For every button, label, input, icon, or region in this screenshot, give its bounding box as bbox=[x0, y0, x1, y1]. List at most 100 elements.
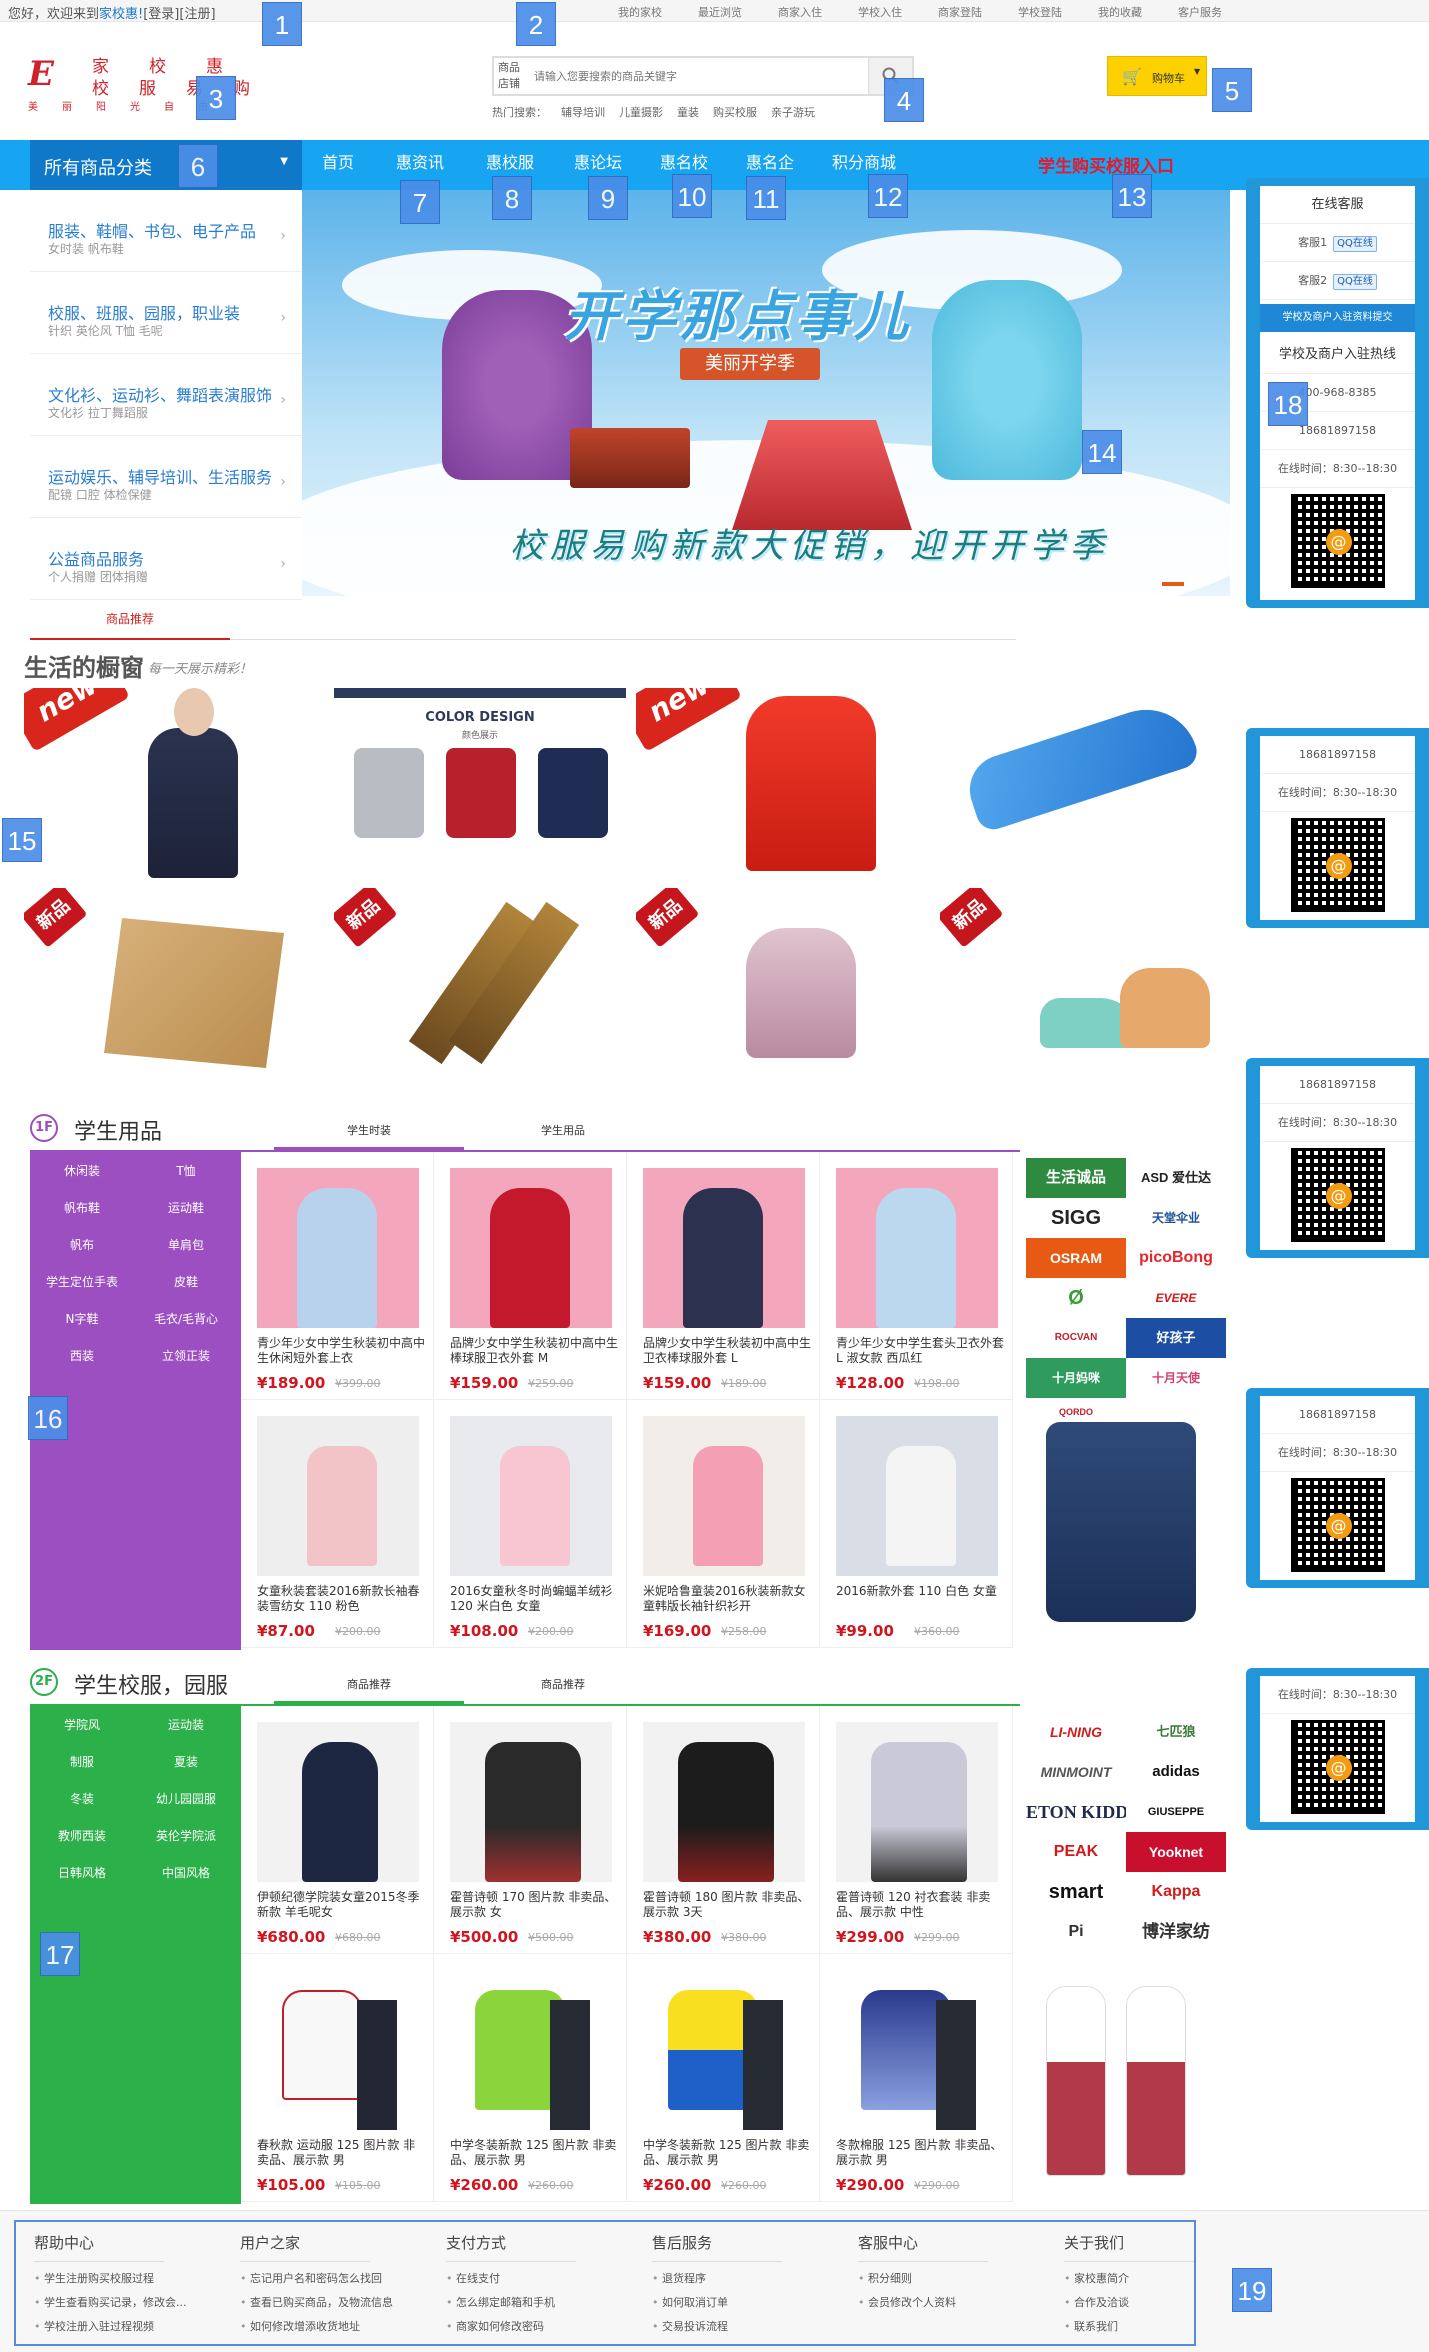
brand-logo[interactable]: 天堂伞业 bbox=[1126, 1198, 1226, 1238]
floor-tag[interactable]: 立领正装 bbox=[136, 1347, 236, 1364]
product-name[interactable]: 春秋款 运动服 125 图片款 非卖品、展示款 男 bbox=[257, 2138, 425, 2170]
top-link-customer-service[interactable]: 客户服务 bbox=[1160, 4, 1240, 20]
floor1-tab[interactable]: 学生用品 bbox=[468, 1122, 658, 1138]
search-scope[interactable]: 商品店铺 bbox=[498, 60, 528, 92]
floor-tag[interactable]: 幼儿园园服 bbox=[136, 1790, 236, 1807]
brand-logo[interactable]: Ø bbox=[1026, 1278, 1126, 1318]
product-card[interactable]: 青少年少女中学生秋装初中高中生休闲短外套上衣 ¥189.00 ¥399.00 bbox=[241, 1152, 434, 1400]
join-submit-button[interactable]: 学校及商户入驻资料提交 bbox=[1260, 304, 1415, 332]
product-name[interactable]: 霍普诗顿 170 图片款 非卖品、展示款 女 bbox=[450, 1890, 618, 1922]
showcase-product[interactable]: 新品 bbox=[334, 888, 624, 1078]
category-sub[interactable]: 个人捐赠 团体捐赠 bbox=[48, 568, 148, 585]
brand-logo[interactable]: OSRAM bbox=[1026, 1238, 1126, 1278]
category-title[interactable]: 公益商品服务 bbox=[48, 546, 144, 570]
product-name[interactable]: 霍普诗顿 180 图片款 非卖品、展示款 3天 bbox=[643, 1890, 811, 1922]
category-sub[interactable]: 文化衫 拉丁舞蹈服 bbox=[48, 404, 148, 421]
product-card[interactable]: 女童秋装套装2016新款长袖春装雪纺女 110 粉色 ¥87.00 ¥200.00 bbox=[241, 1400, 434, 1648]
brand-logo[interactable]: adidas bbox=[1126, 1752, 1226, 1792]
category-title[interactable]: 校服、班服、园服，职业装 bbox=[48, 300, 240, 324]
product-card[interactable]: 中学冬装新款 125 图片款 非卖品、展示款 男 ¥260.00 ¥260.00 bbox=[627, 1954, 820, 2202]
product-name[interactable]: 米妮哈鲁童装2016秋装新款女童韩版长袖针织衫开 bbox=[643, 1584, 811, 1616]
floor-tag[interactable]: 帆布 bbox=[32, 1236, 132, 1253]
hot-item[interactable]: 童装 bbox=[677, 104, 699, 120]
brand-logo[interactable]: picoBong bbox=[1126, 1238, 1226, 1278]
floor-tag[interactable]: N字鞋 bbox=[32, 1310, 132, 1327]
brand-logo[interactable]: 十月妈咪 bbox=[1026, 1358, 1126, 1398]
product-card[interactable]: 冬款棉服 125 图片款 非卖品、展示款 男 ¥290.00 ¥290.00 bbox=[820, 1954, 1013, 2202]
brand-logo[interactable]: ETON KIDD bbox=[1026, 1792, 1126, 1832]
showcase-product[interactable]: new bbox=[636, 688, 926, 878]
category-item[interactable]: 校服、班服、园服，职业装 针织 英伦风 T恤 毛呢 › bbox=[30, 272, 302, 354]
tab-recommended[interactable]: 商品推荐 bbox=[30, 610, 230, 640]
hero-banner[interactable]: 开学那点事儿 美丽开学季 校服易购新款大促销，迎开开学季 bbox=[302, 190, 1230, 596]
top-link-recent[interactable]: 最近浏览 bbox=[680, 4, 760, 20]
register-link[interactable]: [注册] bbox=[179, 7, 215, 22]
floor-tag[interactable]: 夏装 bbox=[136, 1753, 236, 1770]
product-card[interactable]: 2016新款外套 110 白色 女童 ¥99.00 ¥360.00 bbox=[820, 1400, 1013, 1648]
category-sub[interactable]: 配镜 口腔 体检保健 bbox=[48, 486, 152, 503]
floor-tag[interactable]: 制服 bbox=[32, 1753, 132, 1770]
top-link-school-join[interactable]: 学校入住 bbox=[840, 4, 920, 20]
floor-tag[interactable]: 休闲装 bbox=[32, 1162, 132, 1179]
brand-logo[interactable]: ROCVAN bbox=[1026, 1318, 1126, 1358]
product-name[interactable]: 中学冬装新款 125 图片款 非卖品、展示款 男 bbox=[450, 2138, 618, 2170]
product-name[interactable]: 2016新款外套 110 白色 女童 bbox=[836, 1584, 1004, 1616]
qq-online-button[interactable]: QQ在线 bbox=[1333, 274, 1377, 290]
floor2-tab[interactable]: 商品推荐 bbox=[468, 1676, 658, 1692]
floor-tag[interactable]: 运动装 bbox=[136, 1716, 236, 1733]
top-link-merchant-join[interactable]: 商家入住 bbox=[760, 4, 840, 20]
nav-home[interactable]: 首页 bbox=[302, 140, 374, 190]
hot-item[interactable]: 儿童摄影 bbox=[619, 104, 663, 120]
brand-logo[interactable]: QORDO bbox=[1026, 1404, 1126, 1420]
product-card[interactable]: 春秋款 运动服 125 图片款 非卖品、展示款 男 ¥105.00 ¥105.00 bbox=[241, 1954, 434, 2202]
hot-item[interactable]: 辅导培训 bbox=[561, 104, 605, 120]
product-card[interactable]: 伊顿纪德学院装女童2015冬季新款 羊毛呢女 ¥680.00 ¥680.00 bbox=[241, 1706, 434, 1954]
brand-logo[interactable]: 十月天使 bbox=[1126, 1358, 1226, 1398]
brand-logo[interactable]: EVERE bbox=[1126, 1278, 1226, 1318]
carousel-dot[interactable] bbox=[1162, 582, 1184, 586]
floor-tag[interactable]: 运动鞋 bbox=[136, 1199, 236, 1216]
brand-logo[interactable]: 好孩子 bbox=[1126, 1318, 1226, 1358]
cart-button[interactable]: 🛒 购物车 ▼ bbox=[1107, 56, 1207, 96]
floor-tag[interactable]: 西装 bbox=[32, 1347, 132, 1364]
product-card[interactable]: 品牌少女中学生秋装初中高中生棒球服卫衣外套 M ¥159.00 ¥259.00 bbox=[434, 1152, 627, 1400]
category-item[interactable]: 公益商品服务 个人捐赠 团体捐赠 › bbox=[30, 518, 302, 600]
category-item[interactable]: 运动娱乐、辅导培训、生活服务 配镜 口腔 体检保健 › bbox=[30, 436, 302, 518]
product-name[interactable]: 2016女童秋冬时尚蝙蝠羊绒衫 120 米白色 女童 bbox=[450, 1584, 618, 1616]
brand-logo[interactable]: ASD 爱仕达 bbox=[1126, 1158, 1226, 1198]
category-title[interactable]: 服装、鞋帽、书包、电子产品 bbox=[48, 218, 256, 242]
qq-online-button[interactable]: QQ在线 bbox=[1333, 236, 1377, 252]
floor-tag[interactable]: 学生定位手表 bbox=[32, 1273, 132, 1290]
brand-logo[interactable]: PEAK bbox=[1026, 1832, 1126, 1872]
brand-logo[interactable]: 七匹狼 bbox=[1126, 1712, 1226, 1752]
floor-tag[interactable]: 中国风格 bbox=[136, 1864, 236, 1881]
showcase-product[interactable] bbox=[946, 700, 1206, 840]
kid-uniform-image[interactable] bbox=[1046, 1986, 1106, 2176]
all-categories-button[interactable]: 所有商品分类 ▼ bbox=[30, 140, 302, 190]
product-card[interactable]: 霍普诗顿 120 衬衣套装 非卖品、展示款 中性 ¥299.00 ¥299.00 bbox=[820, 1706, 1013, 1954]
brand-logo[interactable]: 生活诚品 bbox=[1026, 1158, 1126, 1198]
product-name[interactable]: 品牌少女中学生秋装初中高中生棒球服卫衣外套 M bbox=[450, 1336, 618, 1368]
product-card[interactable]: 青少年少女中学生套头卫衣外套 L 淑女款 西瓜红 ¥128.00 ¥198.00 bbox=[820, 1152, 1013, 1400]
category-item[interactable]: 文化衫、运动衫、舞蹈表演服饰 文化衫 拉丁舞蹈服 › bbox=[30, 354, 302, 436]
category-sub[interactable]: 针织 英伦风 T恤 毛呢 bbox=[48, 322, 163, 339]
showcase-product[interactable]: 新品 bbox=[636, 888, 926, 1078]
service-agent[interactable]: 客服2 QQ在线 bbox=[1260, 262, 1415, 300]
product-name[interactable]: 霍普诗顿 120 衬衣套装 非卖品、展示款 中性 bbox=[836, 1890, 1004, 1922]
product-name[interactable]: 青少年少女中学生套头卫衣外套 L 淑女款 西瓜红 bbox=[836, 1336, 1004, 1368]
brand-logo[interactable]: Kappa bbox=[1126, 1872, 1226, 1912]
top-link-favorites[interactable]: 我的收藏 bbox=[1080, 4, 1160, 20]
brand-logo[interactable]: LI-NING bbox=[1026, 1712, 1126, 1752]
search-input[interactable] bbox=[534, 64, 854, 88]
brand-logo[interactable]: SIGG bbox=[1026, 1198, 1126, 1238]
category-sub[interactable]: 女时装 帆布鞋 bbox=[48, 240, 124, 257]
category-item[interactable]: 服装、鞋帽、书包、电子产品 女时装 帆布鞋 › bbox=[30, 190, 302, 272]
product-card[interactable]: 米妮哈鲁童装2016秋装新款女童韩版长袖针织衫开 ¥169.00 ¥258.00 bbox=[627, 1400, 820, 1648]
floor-tag[interactable]: 教师西装 bbox=[32, 1827, 132, 1844]
category-title[interactable]: 文化衫、运动衫、舞蹈表演服饰 bbox=[48, 382, 272, 406]
carousel-dots[interactable] bbox=[1162, 575, 1212, 586]
student-uniform-entry-link[interactable]: 学生购买校服入口 bbox=[1038, 152, 1174, 177]
product-name[interactable]: 中学冬装新款 125 图片款 非卖品、展示款 男 bbox=[643, 2138, 811, 2170]
service-agent[interactable]: 客服1 QQ在线 bbox=[1260, 224, 1415, 262]
product-name[interactable]: 伊顿纪德学院装女童2015冬季新款 羊毛呢女 bbox=[257, 1890, 425, 1922]
